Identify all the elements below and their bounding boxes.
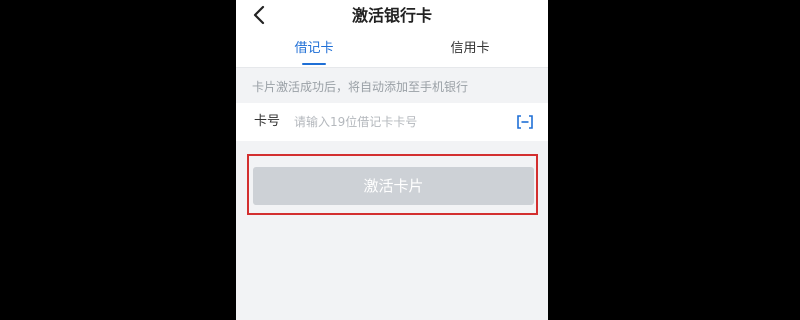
tab-debit-card[interactable]: 借记卡 [236, 32, 392, 67]
page-title: 激活银行卡 [351, 6, 432, 25]
tab-credit-card[interactable]: 信用卡 [392, 32, 548, 67]
tab-credit-card-label: 信用卡 [450, 41, 490, 56]
active-tab-indicator [302, 63, 326, 65]
app-screen: 激活银行卡 借记卡 信用卡 卡片激活成功后，将自动添加至手机银行 卡号 激活卡片 [236, 0, 548, 320]
tab-debit-card-label: 借记卡 [294, 41, 334, 56]
navigation-bar: 激活银行卡 [236, 0, 548, 32]
scan-icon[interactable] [517, 115, 533, 129]
card-number-input[interactable] [294, 111, 504, 133]
card-number-row: 卡号 [236, 103, 548, 141]
card-number-label: 卡号 [254, 114, 281, 129]
card-type-tabs: 借记卡 信用卡 [236, 32, 548, 68]
activation-hint: 卡片激活成功后，将自动添加至手机银行 [252, 80, 469, 94]
activate-card-button[interactable]: 激活卡片 [253, 167, 534, 205]
